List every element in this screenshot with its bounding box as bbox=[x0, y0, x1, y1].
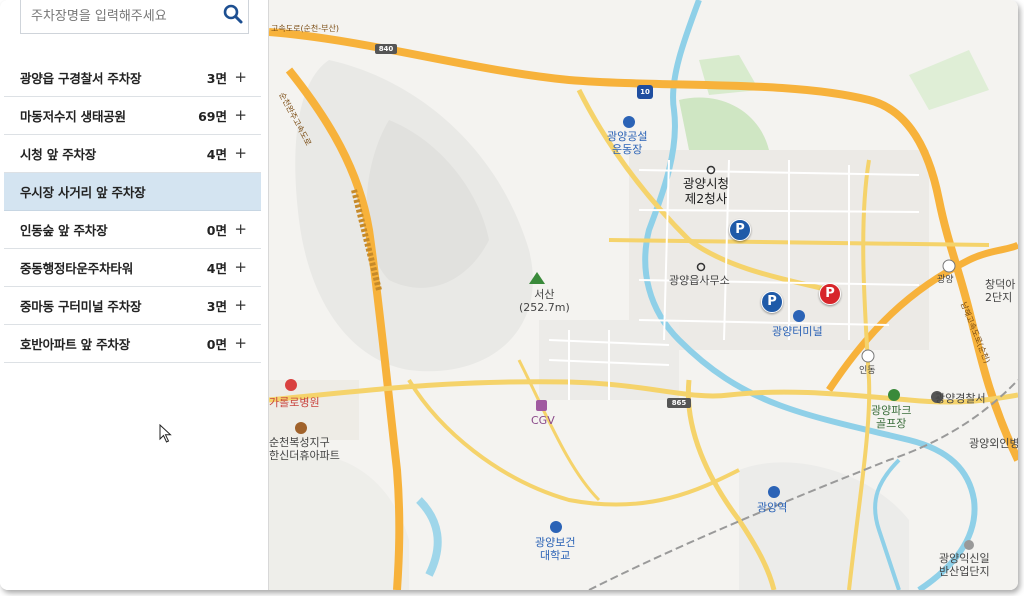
parking-marker-icon[interactable]: P bbox=[729, 219, 751, 241]
parking-item-name: 중마동 구터미널 주차장 bbox=[20, 299, 142, 314]
parking-item-selected[interactable]: 우시장 사거리 앞 주차장 bbox=[4, 173, 261, 211]
parking-item[interactable]: 마동저수지 생태공원 69면 + bbox=[4, 97, 261, 135]
terminal-label: 광양터미널 bbox=[772, 325, 823, 338]
app-frame: 광양읍 구경찰서 주차장 3면 + 마동저수지 생태공원 69면 + 시청 앞 … bbox=[0, 0, 1018, 590]
parking-sidebar: 광양읍 구경찰서 주차장 3면 + 마동저수지 생태공원 69면 + 시청 앞 … bbox=[0, 0, 269, 590]
mouse-cursor-icon bbox=[159, 424, 172, 443]
parking-item-name: 인동숲 앞 주차장 bbox=[20, 223, 108, 238]
map-view[interactable]: 고속도로(순천-부산) 순천완주고속도로 남해고속도로(순천) 840 10 8… bbox=[269, 0, 1018, 590]
route-10-shield: 10 bbox=[640, 88, 650, 96]
ic-indong-label: 인동 bbox=[859, 366, 876, 376]
parking-marker-selected-icon[interactable]: P bbox=[819, 283, 841, 305]
parking-list: 광양읍 구경찰서 주차장 3면 + 마동저수지 생태공원 69면 + 시청 앞 … bbox=[4, 59, 261, 363]
expand-button[interactable]: + bbox=[234, 298, 247, 313]
expand-button[interactable]: + bbox=[234, 70, 247, 85]
clinic-label: 광양외인병 bbox=[969, 437, 1018, 450]
cgv-label: CGV bbox=[531, 414, 555, 427]
search-icon[interactable] bbox=[222, 3, 244, 25]
parking-item-count: 4면 bbox=[206, 261, 227, 276]
hospital-label: 가롤로병원 bbox=[269, 396, 320, 409]
parking-item-count: 4면 bbox=[206, 147, 227, 162]
parking-item-name: 우시장 사거리 앞 주차장 bbox=[20, 185, 146, 200]
station-label: 광양역 bbox=[757, 501, 788, 514]
expand-button[interactable]: + bbox=[234, 222, 247, 237]
town-office-label: 광양읍사무소 bbox=[669, 274, 730, 287]
parking-item[interactable]: 광양읍 구경찰서 주차장 3면 + bbox=[4, 59, 261, 97]
ic-gwangyang-label: 광양 bbox=[937, 275, 954, 285]
expand-button[interactable]: + bbox=[234, 260, 247, 275]
expand-button[interactable]: + bbox=[234, 108, 247, 123]
parking-item-name: 광양읍 구경찰서 주차장 bbox=[20, 71, 142, 86]
industrial-label: 광양익신일 반산업단지 bbox=[939, 552, 990, 578]
changdeok-label: 창덕아 2단지 bbox=[985, 278, 1016, 304]
parking-item[interactable]: 호반아파트 앞 주차장 0면 + bbox=[4, 325, 261, 363]
parking-item-count: 69면 bbox=[198, 109, 227, 124]
parking-item-count: 3면 bbox=[206, 71, 227, 86]
parking-item-count: 0면 bbox=[206, 337, 227, 352]
parking-marker-icon[interactable]: P bbox=[761, 291, 783, 313]
mountain-label: 서산 (252.7m) bbox=[519, 288, 570, 314]
search-input[interactable] bbox=[29, 4, 223, 28]
expressway-label: 고속도로(순천-부산) bbox=[271, 24, 340, 33]
city-hall-label: 광양시청 제2청사 bbox=[683, 176, 730, 206]
parking-item[interactable]: 중동행정타운주차타워 4면 + bbox=[4, 249, 261, 287]
parking-item-count: 3면 bbox=[206, 299, 227, 314]
parking-item[interactable]: 시청 앞 주차장 4면 + bbox=[4, 135, 261, 173]
route-865-shield: 865 bbox=[671, 399, 687, 407]
parking-item-name: 시청 앞 주차장 bbox=[20, 147, 97, 162]
stadium-label: 광양공설 운동장 bbox=[607, 130, 648, 156]
parking-item-name: 호반아파트 앞 주차장 bbox=[20, 337, 131, 352]
police-label: 광양경찰서 bbox=[935, 392, 986, 405]
expand-button[interactable]: + bbox=[234, 146, 247, 161]
parking-item-count: 0면 bbox=[206, 223, 227, 238]
parking-item-name: 중동행정타운주차타워 bbox=[20, 261, 134, 276]
parking-item[interactable]: 인동숲 앞 주차장 0면 + bbox=[4, 211, 261, 249]
search-box bbox=[20, 0, 249, 34]
parking-item[interactable]: 중마동 구터미널 주차장 3면 + bbox=[4, 287, 261, 325]
apartment-label: 순천복성지구 한신더휴아파트 bbox=[269, 436, 340, 462]
parking-item-name: 마동저수지 생태공원 bbox=[20, 109, 126, 124]
route-840-shield: 840 bbox=[378, 45, 394, 53]
golf-label: 광양파크 골프장 bbox=[871, 404, 912, 430]
expand-button[interactable]: + bbox=[234, 336, 247, 351]
college-label: 광양보건 대학교 bbox=[535, 536, 576, 562]
